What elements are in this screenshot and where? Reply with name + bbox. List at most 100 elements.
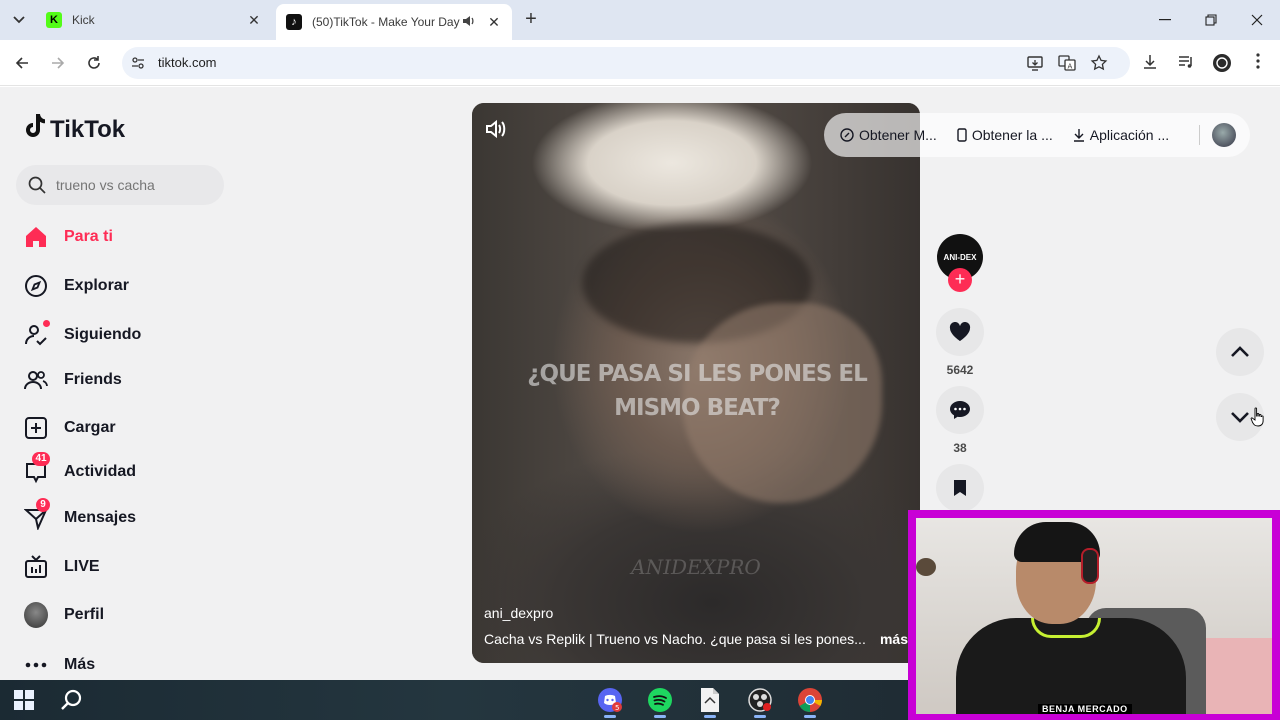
nav-label: Friends [64,371,122,388]
video-author[interactable]: ani_dexpro [484,605,553,621]
install-app-icon[interactable] [1026,54,1044,72]
site-settings-icon[interactable] [130,55,146,71]
profile-avatar [24,602,48,628]
hand-cursor-icon [1250,407,1264,427]
notification-dot [43,320,50,327]
nav-label: Para ti [64,228,113,245]
nav-label: Siguiendo [64,326,142,343]
nav-cargar[interactable]: Cargar [24,413,116,443]
nav-label: Mensajes [64,509,137,526]
volume-icon[interactable] [484,117,508,141]
phone-icon [957,128,967,142]
nav-actividad[interactable]: 41 Actividad [24,452,137,487]
get-app-link[interactable]: Obtener la ... [957,127,1053,143]
back-button[interactable] [10,51,34,75]
cam-background-window [1206,638,1272,714]
tab-kick[interactable]: K Kick ✕ [36,4,272,36]
more-link[interactable]: más [880,631,908,647]
desktop-app-link[interactable]: Aplicación ... [1073,127,1169,143]
chevron-up-icon [1231,346,1249,357]
comment-icon [950,401,970,419]
video-description: Cacha vs Replik | Trueno vs Nacho. ¿que … [484,631,908,647]
tab-tiktok[interactable]: ♪ (50)TikTok - Make Your Day ✕ [276,4,512,40]
video-description-text: Cacha vs Replik | Trueno vs Nacho. ¿que … [484,631,866,647]
browser-toolbar: tiktok.com A [0,40,1280,86]
get-coins-link[interactable]: Obtener M... [840,127,937,143]
close-window-button[interactable] [1242,6,1272,34]
windows-start-icon[interactable] [14,690,34,710]
app-running-indicator [804,715,816,718]
close-icon[interactable]: ✕ [246,12,262,29]
windows-taskbar: 5 [0,680,908,720]
tiktok-note-icon [24,113,46,146]
obs-app-icon[interactable] [746,686,774,718]
nav-label: Más [64,656,96,673]
kick-favicon-icon: K [46,12,62,28]
forward-button[interactable] [46,51,70,75]
chevron-down-icon [13,16,25,24]
more-menu-icon[interactable] [1248,53,1268,73]
follow-plus-button[interactable]: + [948,268,972,292]
arrow-right-icon [52,57,65,69]
streamer-name: BENJA MERCADO [1038,704,1132,714]
previous-video-button[interactable] [1216,328,1264,376]
nav-mensajes[interactable]: 9 Mensajes [24,498,137,533]
activity-badge: 41 [32,452,50,466]
video-overlay-text: ¿QUE PASA SI LES PONES EL MISMO BEAT? [527,361,868,421]
app-running-indicator [754,715,766,718]
nav-mas[interactable]: Más [24,650,95,680]
reload-button[interactable] [82,51,106,75]
search-icon [28,176,46,194]
app-running-indicator [604,715,616,718]
cam-microphone [916,558,936,576]
comment-button[interactable] [936,386,984,434]
tiktok-logo[interactable]: TikTok [24,113,125,146]
more-dots-icon [24,653,48,677]
search-icon[interactable] [60,688,84,712]
top-links-bar: Obtener M... Obtener la ... Aplicación .… [824,113,1250,157]
webcam-feed [916,518,1272,714]
restore-button[interactable] [1196,6,1226,34]
nav-label: Actividad [64,463,137,480]
translate-icon[interactable]: A [1058,54,1076,72]
discord-app-icon[interactable]: 5 [596,686,624,718]
friends-icon [24,368,48,392]
bookmark-star-icon[interactable] [1090,54,1108,72]
download-icon[interactable] [1140,53,1160,73]
link-label: Obtener M... [859,127,937,143]
nav-para-ti[interactable]: Para ti [24,222,113,252]
address-bar[interactable]: tiktok.com A [122,47,1130,79]
url-text: tiktok.com [158,55,217,70]
new-tab-button[interactable]: + [520,9,542,31]
bookmark-icon [954,480,966,496]
heart-icon [949,322,971,341]
following-icon [24,320,50,347]
reload-icon [88,56,100,69]
like-button[interactable] [936,308,984,356]
save-button[interactable] [936,464,984,512]
minimize-button[interactable] [1150,6,1180,34]
live-tv-icon [24,555,48,579]
nav-perfil[interactable]: Perfil [24,600,104,630]
upload-plus-icon [24,416,48,440]
nav-friends[interactable]: Friends [24,365,122,395]
divider [1199,125,1200,145]
close-icon[interactable]: ✕ [486,14,502,31]
spotify-app-icon[interactable] [646,686,674,718]
search-input[interactable] [56,177,206,193]
nav-live[interactable]: LIVE [24,552,100,582]
app-running-indicator [704,715,716,718]
user-avatar[interactable] [1212,123,1236,147]
chrome-app-icon[interactable] [796,686,824,718]
video-player[interactable]: ¿QUE PASA SI LES PONES EL MISMO BEAT? AN… [472,103,920,663]
speaker-icon[interactable] [462,14,478,30]
tab-search-menu-button[interactable] [6,8,32,32]
nav-siguiendo[interactable]: Siguiendo [24,320,141,350]
search-bar[interactable] [16,165,224,205]
media-control-icon[interactable] [1176,53,1196,73]
creator-avatar-text: ANI-DEX [943,252,977,262]
file-app-icon[interactable] [696,686,724,718]
chevron-down-icon [1231,412,1249,423]
profile-avatar-icon[interactable] [1212,53,1232,73]
nav-explorar[interactable]: Explorar [24,271,129,301]
